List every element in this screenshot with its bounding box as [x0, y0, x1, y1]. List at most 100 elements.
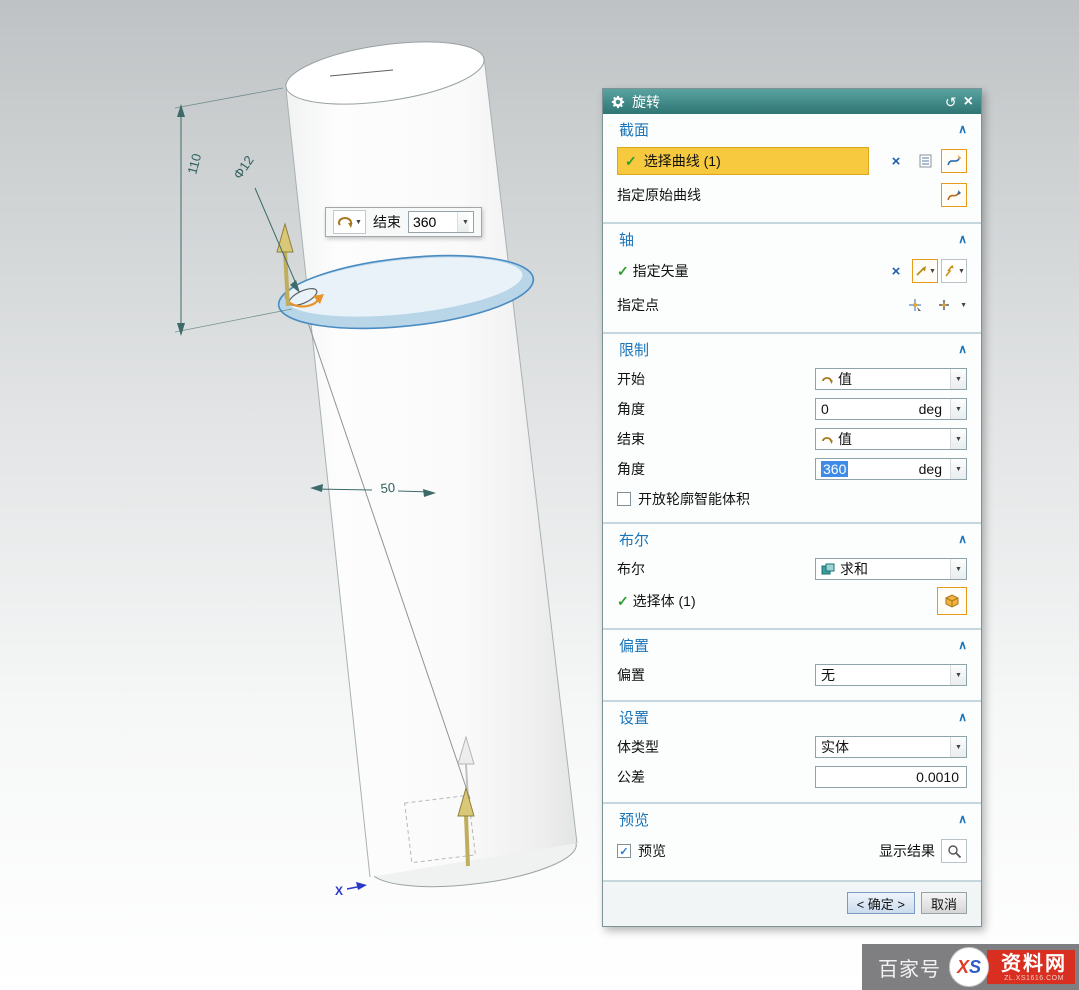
dropdown-caret-icon[interactable]: ▼: [950, 399, 966, 419]
boolean-header[interactable]: 布尔 ∧: [603, 524, 981, 554]
start-angle-unit[interactable]: deg: [919, 401, 945, 417]
tolerance-value: 0.0010: [916, 769, 959, 785]
start-mode-value: 值: [838, 369, 852, 389]
body-type-value: 实体: [821, 737, 849, 757]
vector-dialog-button[interactable]: ▼: [912, 259, 938, 283]
list-rule-icon: [919, 154, 932, 168]
x-axis-label: X: [335, 884, 343, 898]
tolerance-input[interactable]: 0.0010: [815, 766, 967, 788]
cancel-button[interactable]: 取消: [921, 892, 967, 914]
chevron-up-icon[interactable]: ∧: [958, 812, 967, 826]
dimension-height-text: 110: [184, 152, 204, 176]
chevron-up-icon[interactable]: ∧: [958, 710, 967, 724]
specify-point-label: 指定点: [617, 295, 659, 315]
dropdown-caret-icon[interactable]: ▼: [950, 559, 966, 579]
section-header[interactable]: 截面 ∧: [603, 114, 981, 144]
select-curve-row[interactable]: ✓ 选择曲线 (1): [617, 147, 869, 175]
chevron-up-icon[interactable]: ∧: [958, 532, 967, 546]
end-mode-value: 值: [838, 429, 852, 449]
end-angle-field[interactable]: 360 deg ▼: [815, 458, 967, 480]
preview-label: 预览: [638, 841, 666, 861]
reset-icon[interactable]: ↺: [945, 95, 957, 109]
select-body-button[interactable]: [937, 587, 967, 615]
inferred-point-icon: [937, 298, 951, 312]
cylinder-body[interactable]: [282, 31, 579, 896]
chevron-up-icon[interactable]: ∧: [958, 342, 967, 356]
deselect-button[interactable]: ×: [883, 149, 909, 173]
end-label: 结束: [373, 212, 401, 232]
magnifier-icon: [947, 844, 962, 859]
gear-icon: [611, 95, 625, 109]
section-group-settings: 设置 ∧ 体类型 实体 ▼ 公差 0.0010: [603, 702, 981, 804]
select-body-label: 选择体 (1): [633, 591, 696, 611]
dropdown-caret-icon[interactable]: ▼: [950, 737, 966, 757]
dropdown-caret-icon[interactable]: ▼: [960, 302, 967, 309]
settings-title: 设置: [619, 707, 649, 728]
dimension-height: [175, 88, 292, 336]
origin-curve-icon: [946, 188, 962, 202]
chevron-up-icon[interactable]: ∧: [958, 638, 967, 652]
onscreen-limit-toolbar: ▼ 结束 360 ▼: [325, 207, 482, 237]
offset-header[interactable]: 偏置 ∧: [603, 630, 981, 660]
inferred-point-button[interactable]: [931, 293, 957, 317]
section-group-axis: 轴 ∧ ✓ 指定矢量 × ▼: [603, 224, 981, 334]
ok-button[interactable]: < 确定 >: [847, 892, 915, 914]
vector-constructor-icon: [914, 264, 929, 278]
section-group-section: 截面 ∧ ✓ 选择曲线 (1) ×: [603, 114, 981, 224]
offset-dropdown[interactable]: 无 ▼: [815, 664, 967, 686]
sketch-section-button[interactable]: [941, 149, 967, 173]
section-group-limits: 限制 ∧ 开始 值 ▼ 角度 0 deg ▼: [603, 334, 981, 524]
check-icon: ✓: [617, 263, 629, 280]
inferred-vector-icon: [943, 264, 958, 278]
end-angle-value: 360: [413, 214, 436, 230]
end-angle-unit[interactable]: deg: [919, 461, 945, 477]
dropdown-caret-icon[interactable]: ▼: [950, 665, 966, 685]
check-icon: ✓: [625, 153, 637, 170]
dropdown-caret-icon[interactable]: ▼: [457, 212, 469, 232]
start-angle-field[interactable]: 0 deg ▼: [815, 398, 967, 420]
vector-deselect-button[interactable]: ×: [883, 259, 909, 283]
application-window: 110 Φ12 50 X ▼ 结束: [0, 0, 1079, 990]
dropdown-caret-icon[interactable]: ▼: [950, 369, 966, 389]
end-mode-dropdown[interactable]: 值 ▼: [815, 428, 967, 450]
end-angle-value[interactable]: 360: [821, 461, 848, 477]
origin-curve-label: 指定原始曲线: [617, 185, 701, 205]
show-result-button[interactable]: [941, 839, 967, 863]
preview-title: 预览: [619, 809, 649, 830]
axis-header[interactable]: 轴 ∧: [603, 224, 981, 254]
revolve-value-icon: [337, 215, 353, 229]
chevron-up-icon[interactable]: ∧: [958, 232, 967, 246]
section-title: 截面: [619, 119, 649, 140]
dropdown-caret-icon[interactable]: ▼: [958, 268, 965, 275]
inferred-vector-button[interactable]: ▼: [941, 259, 967, 283]
boolean-dropdown[interactable]: 求和 ▼: [815, 558, 967, 580]
start-mode-dropdown[interactable]: 值 ▼: [815, 368, 967, 390]
body-type-dropdown[interactable]: 实体 ▼: [815, 736, 967, 758]
watermark-brand-block: 资料网 ZL.XS1616.COM: [987, 950, 1075, 984]
watermark-bar: 百家号 XS 资料网 ZL.XS1616.COM: [862, 944, 1079, 990]
check-icon: ✓: [617, 593, 629, 610]
open-profile-checkbox[interactable]: [617, 492, 631, 506]
boolean-title: 布尔: [619, 529, 649, 550]
x-axis-indicator: [347, 882, 367, 890]
preview-header[interactable]: 预览 ∧: [603, 804, 981, 834]
settings-header[interactable]: 设置 ∧: [603, 702, 981, 732]
close-icon[interactable]: ×: [964, 94, 973, 110]
deselect-icon: ×: [892, 153, 901, 170]
tolerance-label: 公差: [617, 767, 645, 787]
curve-rule-button[interactable]: [912, 149, 938, 173]
end-angle-input[interactable]: 360 ▼: [408, 211, 474, 233]
xs-logo-s: S: [969, 957, 981, 978]
chevron-up-icon[interactable]: ∧: [958, 122, 967, 136]
origin-curve-button[interactable]: [941, 183, 967, 207]
dimension-diameter-leader: [255, 188, 300, 293]
dialog-titlebar[interactable]: 旋转 ↺ ×: [603, 89, 981, 114]
dropdown-caret-icon[interactable]: ▼: [950, 429, 966, 449]
deselect-icon: ×: [892, 263, 901, 280]
dropdown-caret-icon[interactable]: ▼: [950, 459, 966, 479]
point-dialog-icon: [908, 298, 922, 312]
point-dialog-button[interactable]: [902, 293, 928, 317]
preview-checkbox[interactable]: ✓: [617, 844, 631, 858]
limits-header[interactable]: 限制 ∧: [603, 334, 981, 364]
limit-type-dropdown[interactable]: ▼: [333, 210, 366, 234]
